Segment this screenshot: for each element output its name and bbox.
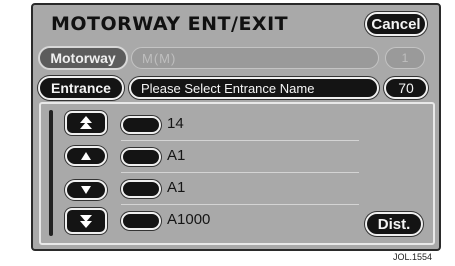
scroll-down-icon: [81, 186, 91, 194]
nav-screen: MOTORWAY ENT/EXIT Cancel Motorway M(M) 1…: [31, 3, 441, 251]
list-item[interactable]: A1: [121, 142, 359, 173]
page-down-button[interactable]: [65, 208, 107, 234]
list-item-label: A1: [167, 179, 186, 196]
entrance-list: 14 A1 A1 A1000 Dist.: [39, 102, 435, 245]
entrance-tab[interactable]: Entrance: [38, 76, 124, 100]
figure-reference: JOL.1554: [393, 252, 433, 262]
scroll-up-icon: [81, 152, 91, 160]
list-item-label: A1: [167, 147, 186, 164]
list-item-select-button[interactable]: [121, 212, 161, 230]
scroll-up-button[interactable]: [65, 146, 107, 166]
cancel-button[interactable]: Cancel: [365, 12, 427, 36]
page-title: MOTORWAY ENT/EXIT: [51, 13, 289, 35]
entrance-name-field[interactable]: Please Select Entrance Name: [129, 77, 379, 99]
list-item[interactable]: 14: [121, 110, 359, 141]
list-item[interactable]: A1000: [121, 206, 359, 236]
scroll-down-button[interactable]: [65, 180, 107, 200]
dist-sort-button[interactable]: Dist.: [365, 212, 423, 236]
motorway-number-field: 1: [385, 47, 425, 69]
list-item-select-button[interactable]: [121, 180, 161, 198]
page-up-icon: [80, 116, 92, 129]
page-down-icon: [80, 215, 92, 228]
list-item-label: A1000: [167, 211, 211, 228]
motorway-name-field: M(M): [131, 47, 379, 69]
list-item-label: 14: [167, 115, 184, 132]
list-item-select-button[interactable]: [121, 148, 161, 166]
entrance-count: 70: [384, 77, 428, 99]
motorway-tab[interactable]: Motorway: [38, 46, 128, 70]
page-up-button[interactable]: [65, 111, 107, 135]
list-item-select-button[interactable]: [121, 116, 161, 134]
list-item[interactable]: A1: [121, 174, 359, 205]
scrollbar[interactable]: [49, 110, 53, 236]
